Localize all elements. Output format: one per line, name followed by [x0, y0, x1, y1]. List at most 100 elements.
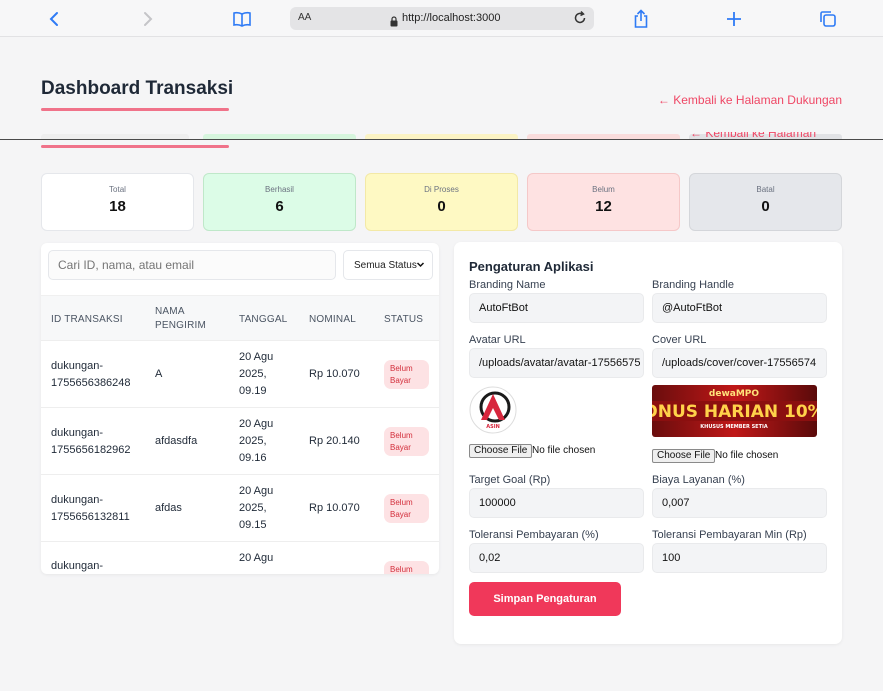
row-date-line2: 2025, — [239, 435, 267, 447]
branding-name-input[interactable]: AutoFtBot — [469, 293, 644, 323]
stat-card-unpaid: Belum 12 — [527, 173, 680, 231]
address-bar[interactable]: AA http://localhost:3000 — [290, 7, 594, 30]
bookmarks-icon[interactable] — [229, 6, 255, 32]
row-amount: Rp 10.070 — [309, 368, 360, 380]
table-row[interactable]: dukungan- 20 Agu Belum — [41, 542, 439, 574]
avatar-file-status: No file chosen — [532, 445, 596, 456]
row-date: 20 Agu — [239, 418, 274, 430]
cover-banner-text: ONUS HARIAN 10% — [652, 402, 817, 422]
column-header-name: NAMA — [155, 306, 185, 317]
stat-label: Batal — [756, 185, 775, 194]
table-row[interactable]: dukungan- 1755656182962 afdasdfa 20 Agu … — [41, 408, 439, 475]
row-date-line3: 09.19 — [239, 385, 267, 397]
row-id: dukungan- — [51, 427, 103, 439]
transactions-panel: Semua Status ID TRANSAKSI NAMA PENGIRIM … — [41, 243, 439, 574]
search-input[interactable] — [48, 250, 336, 280]
back-arrow-icon[interactable] — [41, 6, 67, 32]
column-header-date: TANGGAL — [239, 314, 288, 325]
branding-handle-label: Branding Handle — [652, 279, 734, 291]
stat-label: Berhasil — [265, 185, 294, 194]
status-filter-select[interactable]: Semua Status — [343, 250, 433, 280]
ghost-title-underline — [41, 145, 229, 148]
chevron-down-icon — [416, 260, 425, 272]
row-date-line3: 09.16 — [239, 452, 267, 464]
row-date-line3: 09.15 — [239, 519, 267, 531]
service-fee-label: Biaya Layanan (%) — [652, 474, 745, 486]
stat-card-cancelled: Batal 0 — [689, 173, 842, 231]
table-row[interactable]: dukungan- 1755656132811 afdas 20 Agu 202… — [41, 475, 439, 542]
stat-label: Belum — [592, 185, 615, 194]
target-goal-input[interactable]: 100000 — [469, 488, 644, 518]
column-header-name-line2: PENGIRIM — [155, 320, 207, 331]
row-name: afdasdfa — [155, 435, 198, 447]
back-to-support-link[interactable]: ← Kembali ke Halaman Dukungan — [658, 93, 842, 107]
cover-sub-text: KHUSUS MEMBER SETIA — [700, 424, 768, 430]
row-date: 20 Agu — [239, 485, 274, 497]
row-id: dukungan- — [51, 560, 103, 572]
stat-value: 0 — [437, 198, 446, 215]
tabs-overview-icon[interactable] — [815, 6, 841, 32]
stat-card-total: Total 18 — [41, 173, 194, 231]
avatar-logo-text: ASIN — [486, 424, 500, 430]
branding-handle-input[interactable]: @AutoFtBot — [652, 293, 827, 323]
avatar-preview: ASIN — [469, 386, 517, 434]
row-id: dukungan- — [51, 360, 103, 372]
settings-panel: Pengaturan Aplikasi Branding Name AutoFt… — [454, 242, 842, 644]
row-id: dukungan- — [51, 494, 103, 506]
branding-name-label: Branding Name — [469, 279, 546, 291]
row-id-line2: 1755656386248 — [51, 377, 131, 389]
cover-choose-file-button[interactable]: Choose File — [652, 449, 716, 463]
row-id-line2: 1755656182962 — [51, 444, 131, 456]
row-date: 20 Agu — [239, 552, 274, 564]
row-amount: Rp 10.070 — [309, 502, 360, 514]
stat-label: Di Proses — [424, 185, 459, 194]
payment-tolerance-input[interactable]: 0,02 — [469, 543, 644, 573]
browser-toolbar: AA http://localhost:3000 — [0, 0, 883, 37]
status-badge: Belum Bayar — [384, 360, 429, 389]
stat-value: 12 — [595, 198, 612, 215]
status-badge: Belum — [384, 561, 429, 574]
forward-arrow-icon[interactable] — [135, 6, 161, 32]
save-settings-button[interactable]: Simpan Pengaturan — [469, 582, 621, 616]
stat-card-processing: Di Proses 0 — [365, 173, 518, 231]
column-header-id: ID TRANSAKSI — [51, 314, 123, 325]
table-header: ID TRANSAKSI NAMA PENGIRIM TANGGAL NOMIN… — [41, 295, 439, 341]
avatar-choose-file-button[interactable]: Choose File — [469, 444, 533, 458]
stat-card-success: Berhasil 6 — [203, 173, 356, 231]
cover-preview: dewaMPO ONUS HARIAN 10% KHUSUS MEMBER SE… — [652, 385, 817, 437]
stat-value: 18 — [109, 198, 126, 215]
status-badge: Belum Bayar — [384, 494, 429, 523]
cover-url-label: Cover URL — [652, 334, 707, 346]
lock-icon — [390, 12, 398, 31]
new-tab-icon[interactable] — [721, 6, 747, 32]
status-badge: Belum Bayar — [384, 427, 429, 456]
reader-aa-button[interactable]: AA — [298, 12, 311, 23]
column-header-status: STATUS — [384, 314, 424, 325]
target-goal-label: Target Goal (Rp) — [469, 474, 551, 486]
payment-tolerance-min-label: Toleransi Pembayaran Min (Rp) — [652, 529, 807, 541]
stat-value: 0 — [761, 198, 770, 215]
page-title: Dashboard Transaksi — [41, 78, 234, 99]
share-icon[interactable] — [628, 6, 654, 32]
avatar-url-label: Avatar URL — [469, 334, 526, 346]
row-amount: Rp 20.140 — [309, 435, 360, 447]
divider — [0, 139, 883, 140]
status-filter-value: Semua Status — [354, 259, 417, 271]
table-row[interactable]: dukungan- 1755656386248 A 20 Agu 2025, 0… — [41, 341, 439, 408]
avatar-url-input[interactable]: /uploads/avatar/avatar-17556575 — [469, 348, 644, 378]
row-date: 20 Agu — [239, 351, 274, 363]
payment-tolerance-min-input[interactable]: 100 — [652, 543, 827, 573]
service-fee-input[interactable]: 0,007 — [652, 488, 827, 518]
cover-url-input[interactable]: /uploads/cover/cover-17556574 — [652, 348, 827, 378]
title-underline — [41, 108, 229, 111]
payment-tolerance-label: Toleransi Pembayaran (%) — [469, 529, 599, 541]
row-date-line2: 2025, — [239, 368, 267, 380]
row-date-line2: 2025, — [239, 502, 267, 514]
url-text: http://localhost:3000 — [402, 12, 501, 24]
reload-icon[interactable] — [572, 10, 588, 30]
row-name: afdas — [155, 502, 182, 514]
row-name: A — [155, 368, 163, 380]
row-id-line2: 1755656132811 — [51, 511, 130, 523]
stat-value: 6 — [275, 198, 284, 215]
cover-brand-text: dewaMPO — [709, 389, 759, 399]
